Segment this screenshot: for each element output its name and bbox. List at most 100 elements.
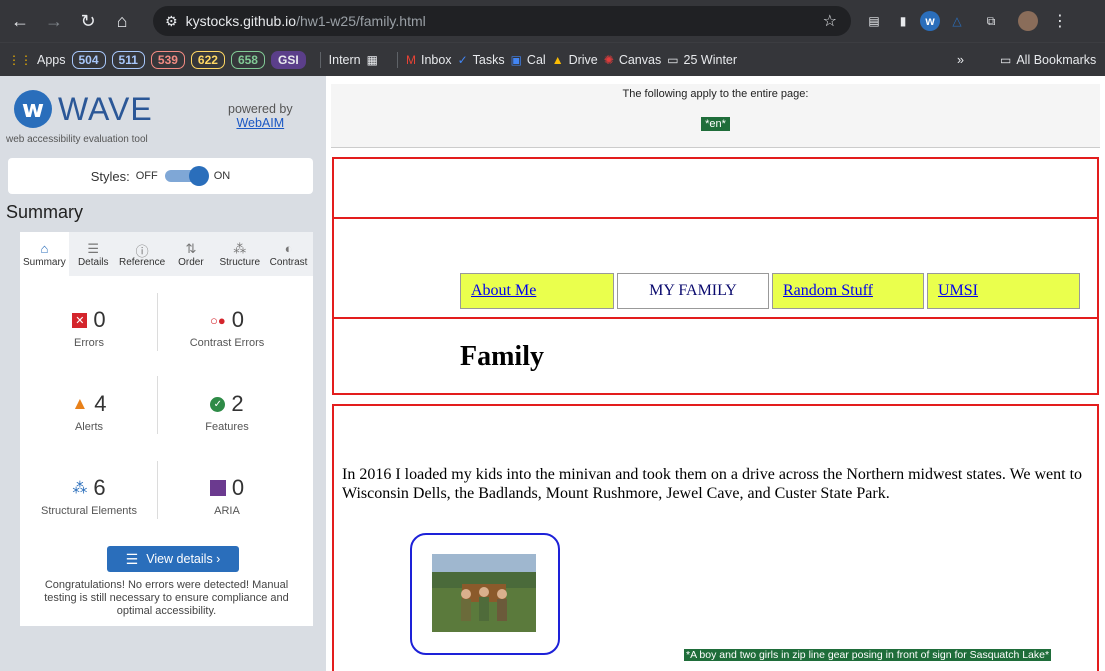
back-icon[interactable]: ← <box>6 7 34 35</box>
site-info-icon[interactable]: ⚙ <box>165 13 178 30</box>
nav-random-stuff[interactable]: Random Stuff <box>772 273 924 309</box>
qr-icon: ▦ <box>366 52 378 67</box>
webaim-link[interactable]: WebAIM <box>236 116 284 130</box>
structure-icon: ⁂ <box>233 240 247 256</box>
styles-label: Styles: <box>90 168 130 184</box>
family-photo[interactable] <box>432 554 536 632</box>
wave-logo: w WAVE <box>14 90 153 128</box>
bookmark-star-icon[interactable]: ☆ <box>823 11 837 31</box>
folder-icon: ▭ <box>667 52 679 67</box>
wave-header: w WAVE web accessibility evaluation tool… <box>0 76 326 154</box>
profile-avatar[interactable] <box>1018 11 1038 31</box>
bookmark-intern[interactable]: Intern <box>329 53 361 67</box>
view-details-button[interactable]: ☰ View details › <box>107 546 239 572</box>
styles-toggle[interactable] <box>164 166 209 186</box>
nav-about-me[interactable]: About Me <box>460 273 614 309</box>
language-tag[interactable]: *en* <box>701 117 730 131</box>
stat-alerts[interactable]: ▲ 4 Alerts <box>20 391 158 433</box>
bookmark-separator <box>319 51 321 68</box>
tab-details[interactable]: ☰ Details <box>69 232 118 276</box>
bookmark-622[interactable]: 622 <box>190 50 225 69</box>
aria-icon <box>209 480 226 496</box>
puzzle-icon[interactable]: ⧉ <box>981 11 1001 31</box>
more-bookmarks-button[interactable]: » <box>957 53 964 67</box>
reader-icon[interactable]: ▤ <box>864 11 884 31</box>
reload-icon[interactable]: ↻ <box>74 7 102 35</box>
info-icon: ⓘ <box>135 243 149 259</box>
bookmark-cal[interactable]: ▣ Cal <box>511 53 546 67</box>
bookmark-qr[interactable]: ▦ <box>367 53 383 67</box>
congrats-message: Congratulations! No errors were detected… <box>44 579 289 617</box>
url-path: /hw1-w25/family.html <box>296 13 426 29</box>
bookmark-gsi[interactable]: GSI <box>270 50 306 69</box>
home-icon[interactable]: ⌂ <box>108 7 136 35</box>
bookmark-folder-25-winter[interactable]: ▭ 25 Winter <box>667 53 737 67</box>
wave-tabs: ⌂ Summary ☰ Details ⓘ Reference ⇅ Order ⁂ Str… <box>20 232 313 276</box>
contrast-icon: ◐ <box>284 240 293 256</box>
tab-structure[interactable]: ⁂ Structure <box>215 232 264 276</box>
intro-paragraph: In 2016 I loaded my kids into the miniva… <box>342 466 1083 502</box>
error-icon: ✕ <box>72 312 88 328</box>
nav-my-family[interactable]: MY FAMILY <box>617 273 769 309</box>
address-bar[interactable]: ⚙ kystocks.github.io/hw1-w25/family.html… <box>153 6 851 36</box>
page-viewport: The following apply to the entire page: … <box>326 76 1105 671</box>
folder-icon: ▭ <box>1000 52 1012 67</box>
document-info-panel: The following apply to the entire page: … <box>331 84 1100 148</box>
gmail-icon: M <box>405 52 416 67</box>
tab-reference[interactable]: ⓘ Reference <box>118 232 167 276</box>
bookmark-canvas[interactable]: ✺ Canvas <box>604 53 661 67</box>
list-icon: ☰ <box>87 240 100 256</box>
menu-icon[interactable]: ⋮ <box>1050 11 1070 31</box>
forward-icon[interactable]: → <box>40 7 68 35</box>
feature-check-icon: ✓ <box>210 396 226 412</box>
nav-umsi[interactable]: UMSI <box>927 273 1080 309</box>
tab-summary[interactable]: ⌂ Summary <box>20 232 69 276</box>
stat-features[interactable]: ✓ 2 Features <box>158 391 296 433</box>
page-heading: Family <box>460 341 544 372</box>
order-icon: ⇅ <box>185 240 197 256</box>
home-icon: ⌂ <box>40 240 49 256</box>
tab-contrast[interactable]: ◐ Contrast <box>264 232 313 276</box>
styles-off-label: OFF <box>135 170 158 182</box>
powered-by: powered by WebAIM <box>228 102 293 130</box>
drive-icon: ▲ <box>551 52 564 67</box>
bookmark-drive[interactable]: ▲ Drive <box>552 53 598 67</box>
bookmark-tasks[interactable]: ✓ Tasks <box>458 53 505 67</box>
wave-sidebar: w WAVE web accessibility evaluation tool… <box>0 76 326 671</box>
tab-order[interactable]: ⇅ Order <box>166 232 215 276</box>
wave-tagline: web accessibility evaluation tool <box>6 134 148 145</box>
list-icon: ☰ <box>125 550 139 567</box>
stat-contrast-errors[interactable]: ○● 0 Contrast Errors <box>158 307 296 349</box>
canvas-icon: ✺ <box>603 52 614 67</box>
stat-errors[interactable]: ✕ 0 Errors <box>20 307 158 349</box>
bookmark-511[interactable]: 511 <box>111 50 145 69</box>
bookmark-apps[interactable]: ⋮⋮ Apps <box>8 53 66 67</box>
bookmarks-bar: ⋮⋮ Apps 504 511 539 622 658 GSI Intern ▦ … <box>0 42 1105 76</box>
bookmark-539[interactable]: 539 <box>150 50 185 69</box>
styles-on-label: ON <box>213 170 231 182</box>
structure-icon: ⁂ <box>72 480 88 497</box>
toggle-knob <box>188 166 209 186</box>
summary-panel: ✕ 0 Errors ○● 0 Contrast Errors ▲ 4 Alerts … <box>20 276 313 626</box>
tasks-icon: ✓ <box>457 52 468 67</box>
browser-toolbar: ← → ↻ ⌂ ⚙ kystocks.github.io/hw1-w25/fam… <box>0 0 1105 42</box>
contrast-error-icon: ○● <box>210 312 226 328</box>
bookmark-504[interactable]: 504 <box>71 50 106 69</box>
stat-structural-elements[interactable]: ⁂ 6 Structural Elements <box>20 475 158 517</box>
calendar-icon: ▣ <box>510 52 522 67</box>
bookmark-inbox[interactable]: M Inbox <box>406 53 452 67</box>
extension-icon[interactable]: ▮ <box>893 11 913 31</box>
styles-toggle-box: Styles: OFF ON <box>8 158 313 194</box>
all-bookmarks[interactable]: ▭ All Bookmarks <box>1000 53 1096 67</box>
bookmark-separator <box>396 51 398 68</box>
triangle-extension-icon[interactable]: △ <box>947 11 967 31</box>
alt-text-tag[interactable]: *A boy and two girls in zip line gear po… <box>684 649 1052 661</box>
summary-title: Summary <box>6 202 84 222</box>
alert-icon: ▲ <box>71 394 89 413</box>
apps-grid-icon: ⋮⋮ <box>8 52 32 67</box>
wave-logo-icon: w <box>14 90 52 128</box>
wave-extension-icon[interactable]: w <box>920 11 940 31</box>
url-host: kystocks.github.io <box>185 13 297 29</box>
stat-aria[interactable]: 0 ARIA <box>158 475 296 517</box>
bookmark-658[interactable]: 658 <box>230 50 265 69</box>
